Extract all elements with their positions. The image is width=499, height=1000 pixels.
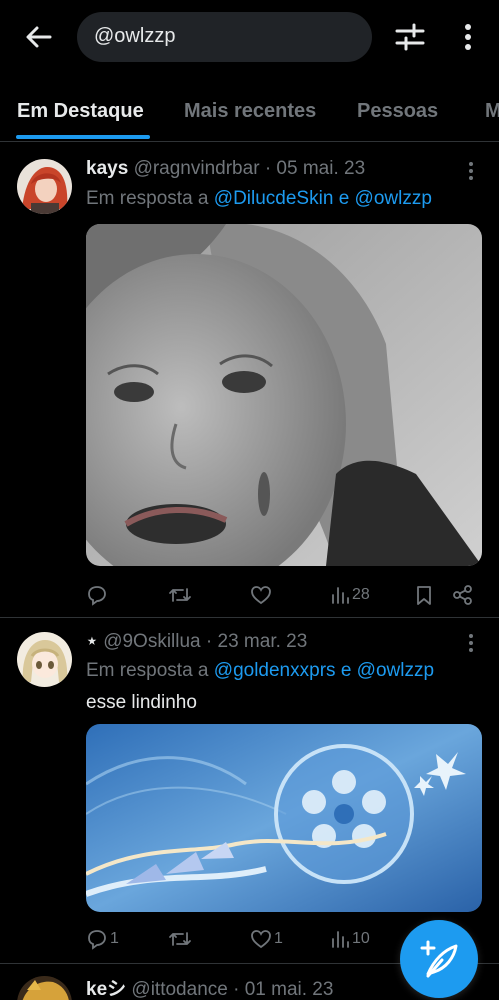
author-handle[interactable]: @ittodance: [131, 979, 227, 1000]
like-button[interactable]: 1: [250, 924, 283, 954]
heart-icon: [250, 584, 272, 606]
reply-mention[interactable]: @owlzzp: [355, 188, 432, 209]
tweet-date: · 23 mar. 23: [205, 631, 308, 652]
reply-button[interactable]: [86, 580, 110, 610]
views-button[interactable]: 10: [330, 924, 370, 954]
more-options-button[interactable]: [458, 22, 478, 52]
tab-mais-recentes[interactable]: Mais recentes: [184, 100, 316, 123]
reply-and: e: [338, 188, 350, 209]
reply-context: Em resposta a @DilucdeSkin e @owlzzp: [86, 188, 432, 210]
avatar[interactable]: [17, 976, 72, 1000]
reply-prefix: Em resposta a: [86, 188, 209, 209]
tweet-header: ⋆ @9Oskillua · 23 mar. 23: [86, 630, 307, 653]
tweet-date: · 05 mai. 23: [264, 158, 366, 179]
vertical-dots-icon: [458, 24, 478, 56]
view-count: 28: [352, 586, 370, 603]
tab-pessoas[interactable]: Pessoas: [357, 100, 438, 123]
reply-and: e: [340, 660, 352, 681]
reply-mention[interactable]: @goldenxxprs: [214, 660, 336, 681]
sliders-icon: [394, 23, 426, 56]
search-query: @owlzzp: [94, 25, 176, 47]
search-input[interactable]: @owlzzp: [77, 12, 372, 62]
author-name[interactable]: ⋆: [86, 631, 98, 652]
bookmark-button[interactable]: [414, 580, 434, 610]
author-name[interactable]: kays: [86, 158, 128, 179]
tweet[interactable]: kays @ragnvindrbar · 05 mai. 23 Em respo…: [0, 142, 499, 618]
compose-button[interactable]: [400, 920, 478, 998]
tweet-media-photo[interactable]: [86, 224, 482, 566]
views-button[interactable]: 28: [330, 580, 370, 610]
avatar[interactable]: [17, 159, 72, 214]
author-handle[interactable]: @ragnvindrbar: [134, 158, 260, 179]
comment-icon: [86, 928, 108, 950]
author-name[interactable]: keシ: [86, 979, 126, 1000]
bar-chart-icon: [330, 584, 350, 606]
tweet-more-button[interactable]: [464, 160, 478, 182]
back-button[interactable]: [22, 22, 56, 52]
reply-count: 1: [110, 930, 119, 947]
tweet-header: keシ @ittodance · 01 mai. 23: [86, 974, 333, 1000]
retweet-icon: [168, 928, 192, 950]
top-bar: @owlzzp: [0, 0, 499, 80]
share-icon: [452, 584, 474, 606]
tweet-more-button[interactable]: [464, 632, 478, 654]
tab-midia[interactable]: M: [485, 100, 499, 123]
reply-mention[interactable]: @DilucdeSkin: [214, 188, 334, 209]
retweet-button[interactable]: [168, 580, 194, 610]
avatar[interactable]: [17, 632, 72, 687]
feather-plus-icon: [400, 940, 478, 1000]
comment-icon: [86, 584, 108, 606]
vertical-dots-icon: [464, 162, 478, 186]
author-handle[interactable]: @9Oskillua: [103, 631, 200, 652]
like-count: 1: [274, 930, 283, 947]
view-count: 10: [352, 930, 370, 947]
tweet-header: kays @ragnvindrbar · 05 mai. 23: [86, 158, 365, 180]
reply-button[interactable]: 1: [86, 924, 119, 954]
retweet-button[interactable]: [168, 924, 194, 954]
retweet-icon: [168, 584, 192, 606]
tweet-date: · 01 mai. 23: [233, 979, 334, 1000]
like-button[interactable]: [250, 580, 274, 610]
reply-prefix: Em resposta a: [86, 660, 209, 681]
tab-em-destaque[interactable]: Em Destaque: [17, 100, 144, 123]
reply-context: Em resposta a @goldenxxprs e @owlzzp: [86, 660, 434, 682]
search-tabs: Em Destaque Mais recentes Pessoas M: [0, 80, 499, 142]
active-tab-indicator: [16, 135, 150, 139]
tweet-text: esse lindinho: [86, 692, 197, 713]
heart-icon: [250, 928, 272, 950]
bar-chart-icon: [330, 928, 350, 950]
search-filter-button[interactable]: [394, 22, 426, 52]
vertical-dots-icon: [464, 634, 478, 658]
bookmark-icon: [414, 584, 434, 606]
reply-mention[interactable]: @owlzzp: [357, 660, 434, 681]
tweet[interactable]: ⋆ @9Oskillua · 23 mar. 23 Em resposta a …: [0, 618, 499, 964]
arrow-left-icon: [22, 26, 56, 56]
tweet-media-photo[interactable]: [86, 724, 482, 912]
tweet-actions: 28: [86, 580, 482, 610]
share-button[interactable]: [452, 580, 474, 610]
